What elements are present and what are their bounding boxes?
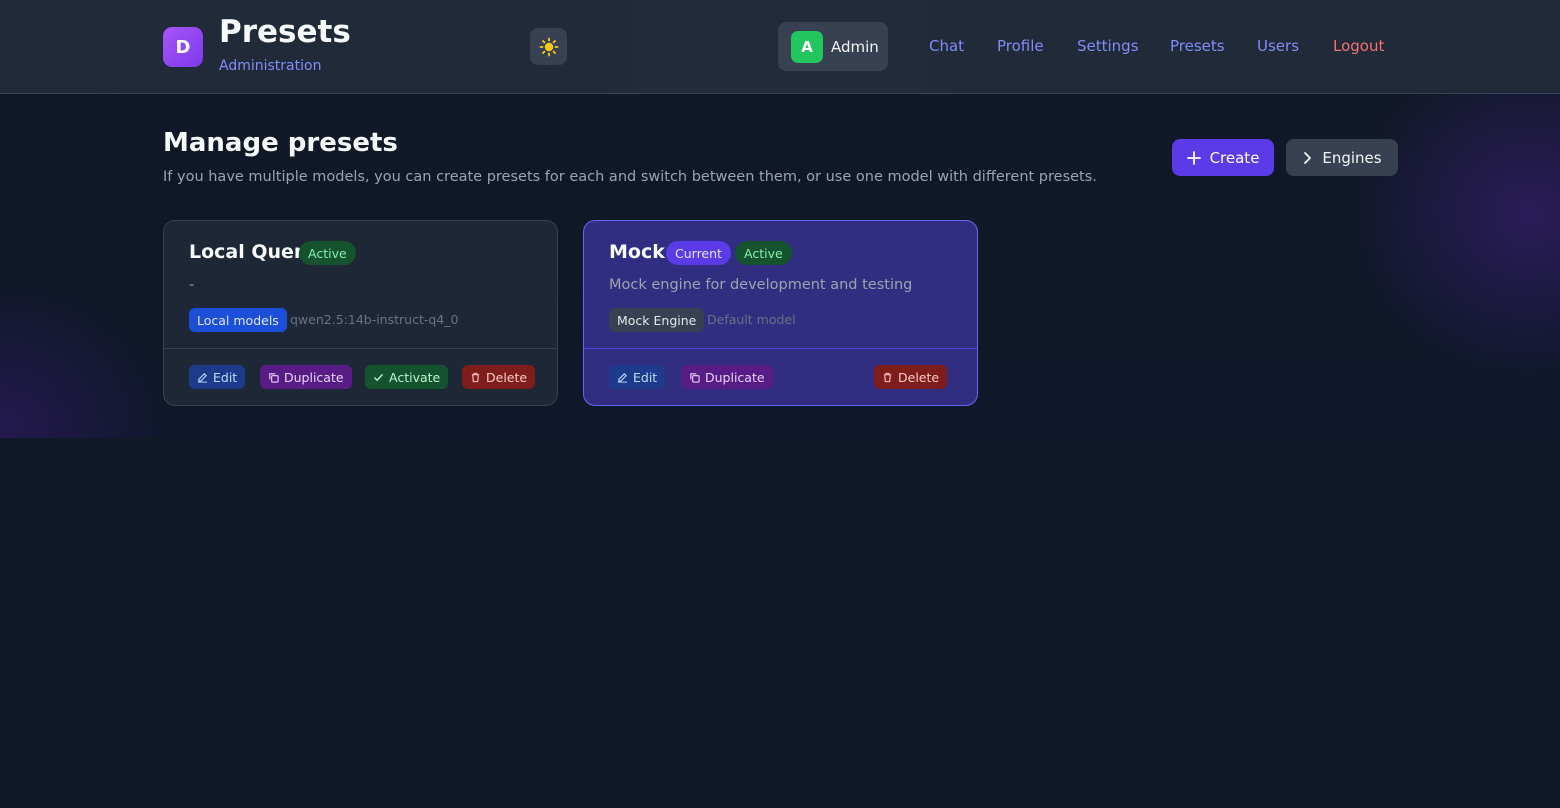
duplicate-label: Duplicate (705, 369, 765, 385)
current-badge: Current (666, 241, 731, 265)
nav-profile[interactable]: Profile (997, 37, 1044, 55)
duplicate-button[interactable]: Duplicate (260, 365, 352, 389)
user-name: Admin (831, 37, 879, 56)
app-title: Presets (219, 14, 351, 50)
preset-card-local-quen: Local Quen Active - Local models qwen2.5… (163, 220, 558, 406)
delete-button[interactable]: Delete (874, 365, 948, 389)
avatar: A (791, 30, 823, 63)
theme-toggle-button[interactable] (530, 28, 567, 65)
copy-icon (690, 372, 700, 383)
nav-presets[interactable]: Presets (1170, 37, 1225, 55)
nav-users[interactable]: Users (1257, 37, 1299, 55)
user-menu[interactable]: A Admin (778, 22, 888, 71)
preset-card-mock: Mock Current Active Mock engine for deve… (583, 220, 978, 406)
engine-tag: Mock Engine (609, 308, 705, 332)
check-icon (374, 373, 383, 381)
card-divider (164, 348, 557, 349)
engine-tag: Local models (189, 308, 287, 332)
edit-icon (197, 372, 208, 383)
card-divider (584, 348, 977, 349)
duplicate-button[interactable]: Duplicate (681, 365, 773, 389)
chevron-right-icon (1304, 151, 1312, 164)
delete-label: Delete (898, 369, 940, 385)
page-title: Manage presets (163, 128, 398, 158)
model-name: qwen2.5:14b-instruct-q4_0 (290, 312, 459, 327)
activate-button[interactable]: Activate (365, 365, 449, 389)
edit-label: Edit (633, 369, 658, 385)
edit-label: Edit (213, 369, 238, 385)
delete-label: Delete (486, 369, 528, 385)
nav-settings[interactable]: Settings (1077, 37, 1139, 55)
app-logo[interactable]: D (163, 27, 203, 67)
active-badge: Active (299, 241, 356, 265)
edit-button[interactable]: Edit (609, 365, 666, 389)
preset-name: Local Quen (189, 241, 308, 263)
model-name: Default model (707, 312, 796, 327)
activate-label: Activate (389, 369, 441, 385)
create-label: Create (1209, 148, 1260, 167)
page-description: If you have multiple models, you can cre… (163, 169, 1097, 185)
trash-icon (883, 372, 892, 382)
preset-name: Mock (609, 241, 665, 263)
trash-icon (471, 372, 480, 382)
copy-icon (269, 372, 279, 383)
edit-button[interactable]: Edit (189, 365, 246, 389)
edit-icon (617, 372, 628, 383)
engines-label: Engines (1322, 148, 1382, 167)
plus-icon (1186, 150, 1201, 165)
preset-description: Mock engine for development and testing (609, 277, 913, 293)
app-subtitle: Administration (219, 58, 322, 74)
active-badge: Active (735, 241, 792, 265)
sun-icon (539, 37, 558, 56)
top-bar: D Presets Administration A Admin Chat Pr… (0, 0, 1560, 94)
nav-chat[interactable]: Chat (929, 37, 964, 55)
nav-logout[interactable]: Logout (1333, 37, 1384, 55)
duplicate-label: Duplicate (284, 369, 344, 385)
create-button[interactable]: Create (1172, 139, 1274, 176)
engines-button[interactable]: Engines (1286, 139, 1398, 176)
delete-button[interactable]: Delete (462, 365, 536, 389)
preset-description: - (189, 277, 195, 293)
